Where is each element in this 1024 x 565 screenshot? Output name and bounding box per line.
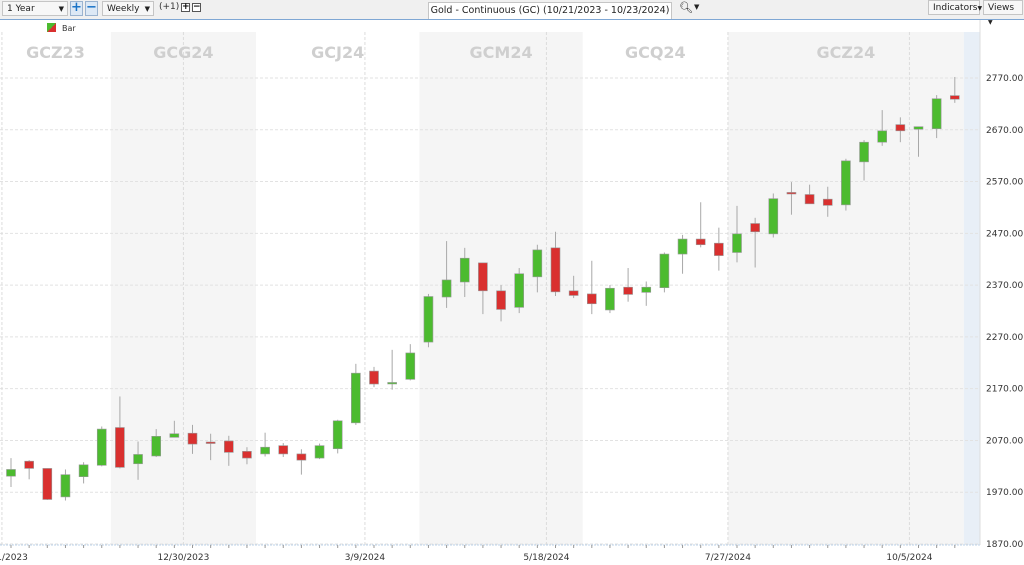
candle-up [96,428,107,466]
bar-legend-swatch-icon [47,23,56,32]
candle-up [78,464,89,478]
candle-up [423,296,434,343]
y-tick-label: 2170.00 [986,385,1023,395]
contract-label: GCQ24 [625,43,686,62]
candle-up [514,273,525,308]
contract-label: GCZ23 [26,43,85,62]
candle-down [714,242,724,256]
candle-down [949,95,960,100]
candle-up [151,436,161,457]
candle-up [314,445,325,459]
y-tick-label: 2070.00 [986,436,1023,446]
candlestick-chart[interactable]: 2770.00 2670.00 2570.00 2470.00 2370.00 2270.… [0,0,1024,565]
candle-up [332,420,343,450]
candle-down [478,262,488,292]
y-tick-label: 2470.00 [986,229,1023,239]
candle-down [750,223,760,233]
candle-down [42,468,53,500]
candle-up [260,446,270,455]
candle-down [623,286,633,295]
candle-up [459,257,470,283]
candle-up [659,253,670,289]
candle-down [24,460,34,469]
legend-label: Bar [62,24,76,33]
legend: Bar [47,23,76,33]
y-tick-label: 2770.00 [986,74,1023,84]
candle-up [405,352,416,380]
candle-down [550,247,561,293]
x-tick-label: 7/27/2024 [705,553,751,563]
candle-down [369,370,379,385]
contract-label: GCM24 [470,43,533,62]
x-tick-label: 12/30/2023 [157,553,209,563]
candle-down [804,194,815,205]
y-tick-label: 1870.00 [986,540,1023,550]
candle-up [732,233,742,253]
contract-band [727,32,964,545]
y-tick-label: 2370.00 [986,281,1023,291]
y-tick-label: 1970.00 [986,488,1023,498]
contract-label: GCG24 [153,43,213,62]
candle-down [496,290,506,310]
candle-up [351,372,361,424]
y-tick-label: 2270.00 [986,333,1023,343]
y-tick-label: 2670.00 [986,126,1023,136]
x-tick-label: 5/18/2024 [523,553,569,563]
x-tick-label: 10/5/2024 [886,553,932,563]
candle-down [224,440,234,453]
candle-up [387,382,397,385]
candle-up [641,286,652,293]
candle-down [187,432,198,445]
candle-up [6,469,16,477]
candle-up [441,279,452,298]
x-tick-label: 3/9/2024 [345,553,386,563]
candle-up [931,98,942,130]
candle-down [822,198,833,206]
candle-up [60,474,71,498]
candle-down [205,441,216,444]
x-tick-label: 10/21/2023 [0,553,28,563]
candle-down [895,124,906,132]
candle-up [913,126,924,130]
candle-down [786,192,797,195]
candle-down [296,453,307,461]
candle-up [877,130,888,143]
candle-up [841,160,851,206]
candle-up [169,433,180,438]
contract-label: GCJ24 [311,43,364,62]
candle-down [695,238,706,246]
y-tick-label: 2570.00 [986,178,1023,188]
candle-down [586,293,597,305]
candle-up [605,287,615,311]
candle-up [768,198,779,235]
candle-up [133,454,143,465]
contract-label: GCZ24 [817,43,876,62]
candle-up [859,141,869,163]
candle-down [278,445,289,455]
candle-down [568,290,579,296]
candle-down [115,427,125,468]
candle-up [677,238,688,255]
candle-down [242,451,252,459]
candle-up [532,249,543,278]
future-band [963,32,980,545]
